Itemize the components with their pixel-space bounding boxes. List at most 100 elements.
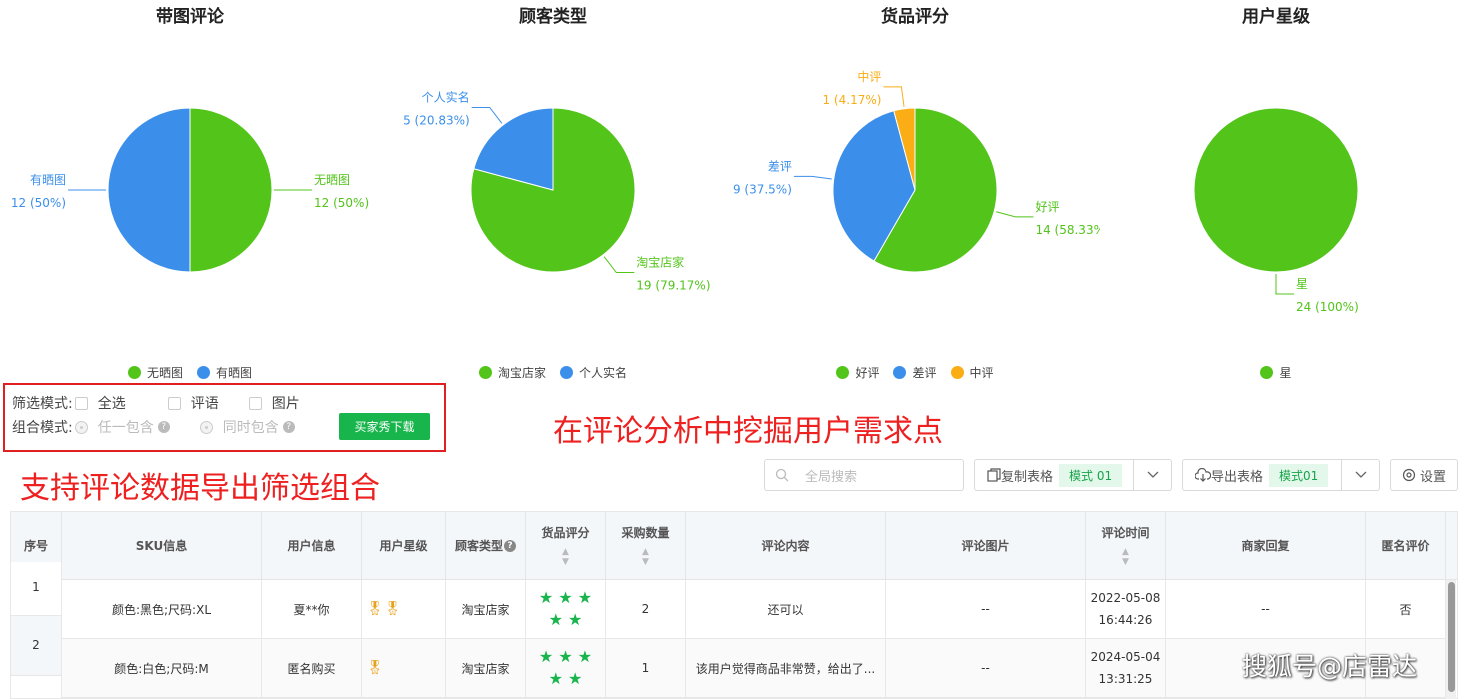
images-cell: -- [886,639,1086,698]
slice-label-line [1275,274,1294,295]
slice-label-line [793,175,832,180]
legend-dot-icon [560,366,573,379]
both-include-label: 同时包含 [222,420,279,436]
rating-cell: ★ ★ ★ ★ ★ [526,580,606,639]
help-icon: ? [504,539,516,552]
gear-icon [1402,468,1416,482]
level-cell: 🎖 [362,639,446,698]
filter-mode-row: 筛选模式: 全选 评语 图片 [12,393,300,413]
legend-label: 星 [1279,366,1292,380]
legend-label: 无晒图 [146,366,183,380]
sort-icon: ▲ ▼ [642,547,649,567]
legend-label: 有晒图 [216,366,253,380]
col-header-level: 用户星级 [362,512,446,580]
chevron-down-icon[interactable] [1341,460,1380,490]
customer-cell: 淘宝店家 [446,639,526,698]
pie-slice[interactable] [1193,107,1359,273]
pie-chart: 淘宝店家 19 (79.17%) 个人实名 5 (20.83%) [403,89,710,293]
scrollbar-thumb[interactable] [1448,582,1455,692]
legend-item[interactable]: 个人实名 [560,364,627,381]
pie-chart-panel: 带图评论 无晒图 12 (50%) 有晒图 12 (50%) 无晒图 有晒图 [5,0,375,390]
combine-mode-row: 组合模式: 任一包含 ? 同时包含 ? [12,417,295,437]
slice-value-label: 5 (20.83%) [403,113,470,127]
col-header-rating[interactable]: 货品评分 ▲ ▼ [526,512,606,580]
select-all-checkbox[interactable] [74,396,88,410]
images-cell: -- [886,580,1086,639]
star-rating: ★ ★ ★ ★ ★ [539,588,592,630]
review-time: 16:44:26 [1098,613,1153,627]
col-header-user: 用户信息 [262,512,362,580]
col-header-content: 评论内容 [686,512,886,580]
slice-value-label: 24 (100%) [1296,300,1359,314]
slice-value-label: 19 (79.17%) [636,279,710,293]
legend-item[interactable]: 有晒图 [197,364,252,381]
global-search-input[interactable]: 全局搜索 [764,459,964,491]
review-table: 序号 SKU信息 用户信息 用户星级 顾客类型? 货品评分 ▲ ▼ 采购数量 ▲ ▼ 评… [10,511,1458,699]
image-label: 图片 [271,396,300,412]
pie-chart: 无晒图 12 (50%) 有晒图 12 (50%) [11,107,369,273]
sort-icon: ▲ ▼ [1122,547,1129,567]
col-header-anon: 匿名评价 [1366,512,1446,580]
star-icon: ★ ★ ★ [538,588,593,607]
legend-label: 中评 [969,366,994,380]
chevron-down-icon[interactable] [1133,460,1172,490]
col-header-images: 评论图片 [886,512,1086,580]
user-cell: 夏**你 [262,580,362,639]
qty-cell: 2 [606,580,686,639]
time-cell: 2024-05-04 13:31:25 [1086,639,1166,698]
annotation-left: 支持评论数据导出筛选组合 [20,471,380,506]
slice-value-label: 1 (4.17%) [822,93,881,107]
buyer-show-download-button[interactable]: 买家秀下载 [339,413,430,440]
reply-cell: -- [1166,580,1366,639]
both-include-radio[interactable] [199,420,213,434]
annotation-right: 在评论分析中挖掘用户需求点 [553,414,943,449]
slice-value-label: 12 (50%) [314,196,369,210]
slice-value-label: 9 (37.5%) [733,182,792,196]
comment-label: 评语 [190,396,219,412]
legend-item[interactable]: 中评 [950,364,994,381]
legend-item[interactable]: 星 [1260,364,1292,381]
content-cell: 还可以 [686,580,886,639]
rating-cell: ★ ★ ★ ★ ★ [526,639,606,698]
legend-item[interactable]: 差评 [893,364,937,381]
col-header-reply: 商家回复 [1166,512,1366,580]
col-header-time[interactable]: 评论时间 ▲ ▼ [1086,512,1166,580]
image-checkbox[interactable] [248,396,262,410]
legend-item[interactable]: 好评 [836,364,879,381]
legend-dot-icon [836,366,850,379]
pie-chart-panel: 用户星级星 24 (100%) 星 [1091,0,1461,390]
legend-item[interactable]: 无晒图 [127,364,183,381]
slice-name-label: 淘宝店家 [636,255,684,270]
legend-label: 好评 [855,366,880,380]
sku-cell: 颜色:黑色;尺码:XL [62,580,262,639]
copy-mode-tag: 模式 01 [1059,463,1123,487]
slice-label-line [603,256,635,274]
watermark: 搜狐号@店雷达 [1242,652,1418,681]
export-table-button[interactable]: 导出表格 模式01 [1182,459,1380,491]
time-cell: 2022-05-08 16:44:26 [1086,580,1166,639]
col-header-qty[interactable]: 采购数量 ▲ ▼ [606,512,686,580]
pie-slice[interactable] [107,107,191,273]
slice-value-label: 12 (50%) [11,196,66,210]
slice-name-label: 有晒图 [30,173,66,187]
star-icon: ★ ★ [548,610,583,629]
slice-label-line [883,86,905,107]
legend-item[interactable]: 淘宝店家 [478,364,546,381]
search-placeholder: 全局搜索 [805,469,858,485]
legend-dot-icon [478,366,492,379]
sort-icon: ▲ ▼ [562,547,569,567]
content-cell: 该用户觉得商品非常赞，给出了... [686,639,886,698]
search-icon [775,468,789,482]
pie-chart: 星 24 (100%) [1193,107,1359,314]
copy-table-button[interactable]: 复制表格 模式 01 [974,459,1172,491]
review-time: 13:31:25 [1098,672,1153,686]
pie-slice[interactable] [189,107,273,273]
medal-icon: 🎖 [366,660,384,676]
comment-checkbox[interactable] [167,396,181,410]
legend-dot-icon [197,366,210,379]
help-icon: ? [157,421,170,433]
any-include-radio[interactable] [74,420,88,434]
settings-button[interactable]: 设置 [1390,459,1458,491]
customer-cell: 淘宝店家 [446,580,526,639]
cloud-download-icon [1195,468,1211,482]
